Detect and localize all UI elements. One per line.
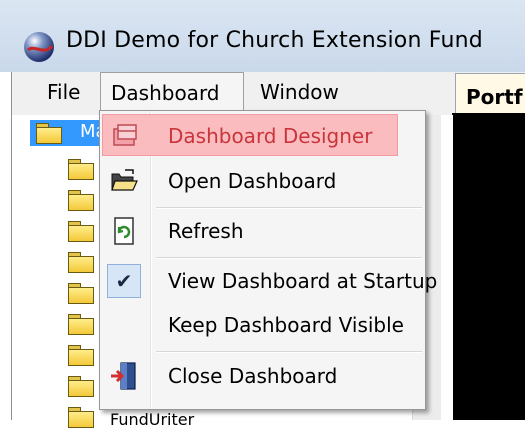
folder-icon <box>68 314 94 335</box>
folder-icon <box>68 159 94 180</box>
menu-item-refresh[interactable]: Refresh <box>102 210 423 252</box>
exit-door-icon <box>111 362 136 390</box>
folder-icon <box>68 345 94 366</box>
menu-item-label: Keep Dashboard Visible <box>168 313 404 337</box>
folder-icon <box>68 190 94 211</box>
menu-separator <box>156 351 422 353</box>
menu-separator <box>156 207 422 209</box>
folder-icon <box>68 252 94 273</box>
menu-item-label: Dashboard Designer <box>168 124 373 148</box>
menu-item-label: Refresh <box>168 219 244 243</box>
folder-icon <box>68 283 94 304</box>
menu-bar: File Dashboard Window <box>11 72 525 116</box>
menu-item-keep-dashboard-visible[interactable]: Keep Dashboard Visible <box>102 304 423 346</box>
menu-item-label: Close Dashboard <box>168 364 338 388</box>
checkmark-icon: ✔ <box>107 264 141 298</box>
menu-separator <box>156 257 422 259</box>
folder-icon <box>36 123 62 144</box>
refresh-icon <box>114 217 134 245</box>
folder-icon <box>68 376 94 397</box>
menu-item-label: Open Dashboard <box>168 169 337 193</box>
menu-item-close-dashboard[interactable]: Close Dashboard <box>102 355 423 397</box>
menu-file[interactable]: File <box>37 72 90 112</box>
tab-portfolio[interactable]: Portf <box>455 73 525 113</box>
menu-item-label: View Dashboard at Startup <box>168 269 438 293</box>
menu-window[interactable]: Window <box>250 72 349 112</box>
dashboard-designer-icon <box>113 124 137 146</box>
folder-icon <box>68 407 94 428</box>
globe-app-icon <box>24 32 54 62</box>
menu-item-view-dashboard-at-startup[interactable]: ✔ View Dashboard at Startup <box>102 260 437 302</box>
menu-item-dashboard-designer[interactable]: Dashboard Designer <box>102 114 398 156</box>
window-title: DDI Demo for Church Extension Fund <box>66 28 483 53</box>
title-bar: DDI Demo for Church Extension Fund <box>0 0 525 72</box>
menu-item-open-dashboard[interactable]: Open Dashboard <box>102 160 423 202</box>
dashboard-dropdown-menu: Dashboard Designer Open Dashboard Refres… <box>99 110 437 410</box>
content-pane <box>452 113 525 420</box>
open-folder-icon <box>111 169 138 191</box>
folder-icon <box>68 221 94 242</box>
